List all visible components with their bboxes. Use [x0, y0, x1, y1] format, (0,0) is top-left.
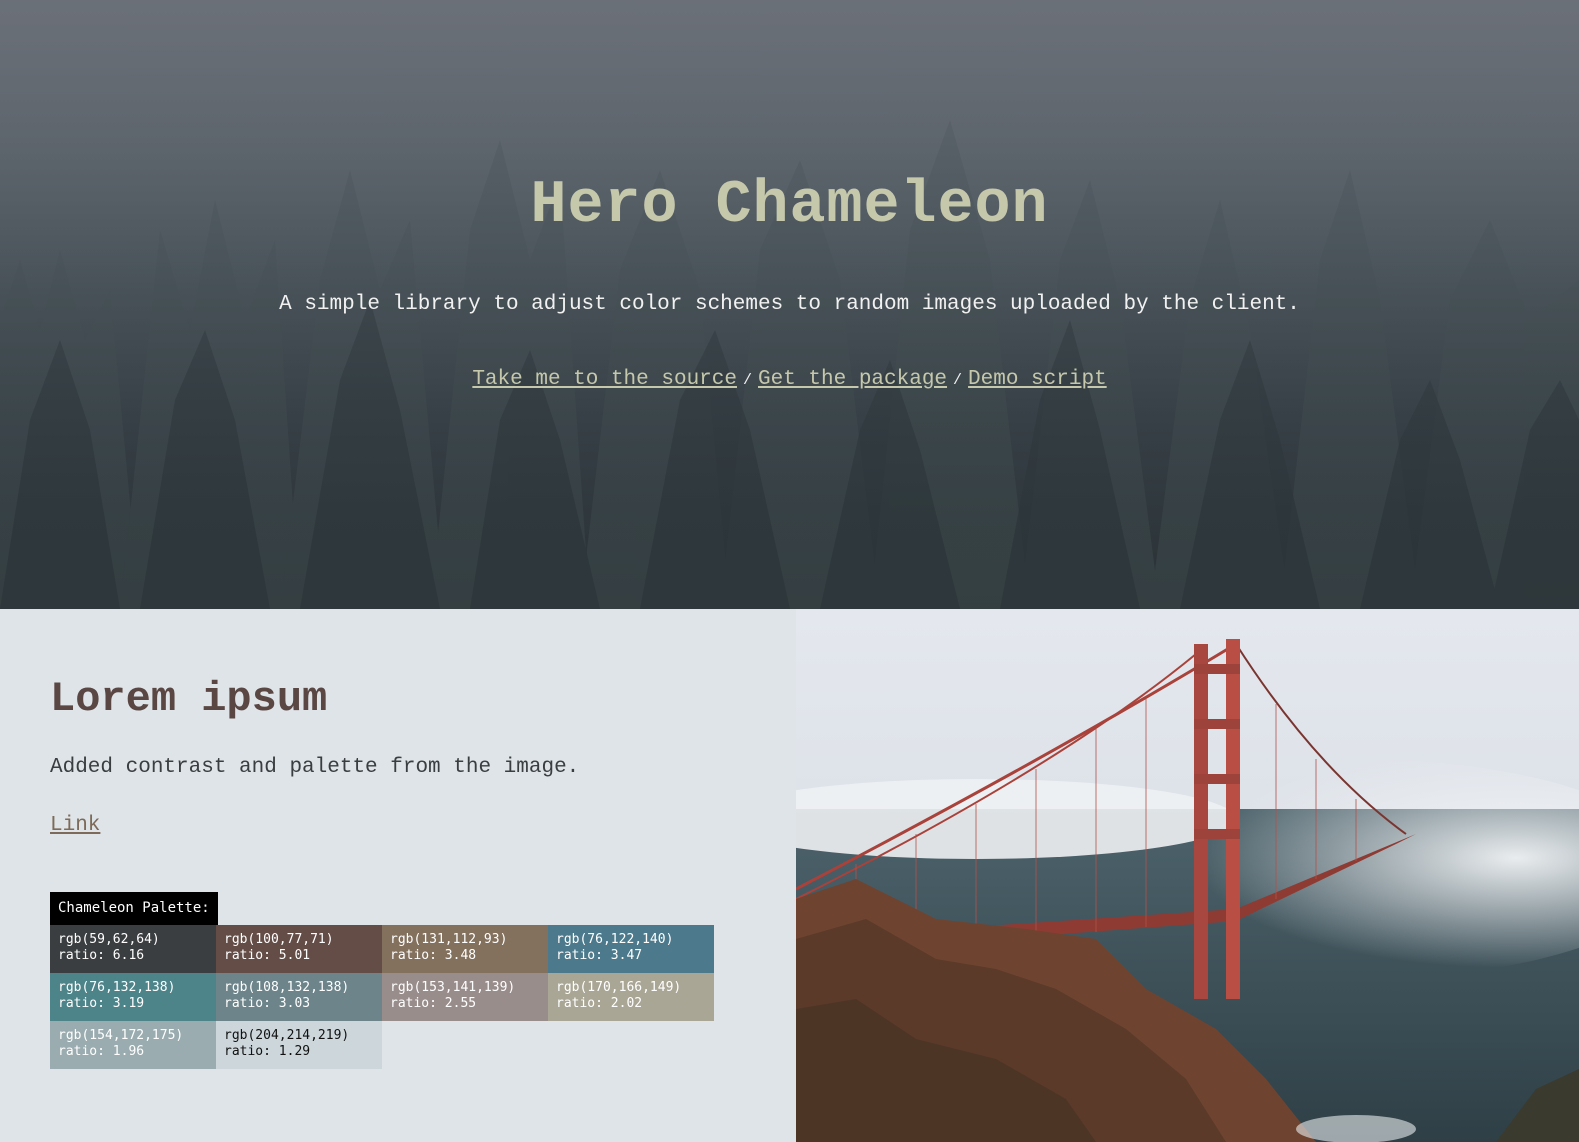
content-text: Added contrast and palette from the imag…: [50, 756, 580, 779]
swatch-ratio: ratio: 1.96: [58, 1044, 145, 1059]
palette-swatch: rgb(76,132,138) ratio: 3.19: [50, 973, 216, 1021]
hero-content: Hero Chameleon A simple library to adjus…: [0, 0, 1579, 609]
palette-swatch: rgb(170,166,149) ratio: 2.02: [548, 973, 714, 1021]
palette-swatch: rgb(76,122,140) ratio: 3.47: [548, 925, 714, 973]
palette-swatch: rgb(131,112,93) ratio: 3.48: [382, 925, 548, 973]
swatch-ratio: ratio: 2.55: [390, 996, 477, 1011]
swatch-rgb: rgb(100,77,71): [224, 932, 334, 947]
palette-label: Chameleon Palette:: [50, 892, 218, 925]
hero-section: Hero Chameleon A simple library to adjus…: [0, 0, 1579, 609]
swatch-rgb: rgb(76,132,138): [58, 980, 176, 995]
swatch-ratio: ratio: 6.16: [58, 948, 145, 963]
swatch-ratio: ratio: 5.01: [224, 948, 311, 963]
swatch-rgb: rgb(59,62,64): [58, 932, 160, 947]
golden-gate-bridge-image: [796, 609, 1579, 1142]
package-link[interactable]: Get the package: [758, 368, 947, 391]
palette-swatch: rgb(153,141,139) ratio: 2.55: [382, 973, 548, 1021]
swatch-rgb: rgb(154,172,175): [58, 1028, 184, 1043]
link-separator: /: [742, 372, 752, 389]
swatch-ratio: ratio: 1.29: [224, 1044, 311, 1059]
swatch-rgb: rgb(108,132,138): [224, 980, 350, 995]
swatch-rgb: rgb(131,112,93): [390, 932, 508, 947]
content-title: Lorem ipsum: [50, 675, 328, 723]
link-separator: /: [953, 372, 963, 389]
palette-swatch: rgb(100,77,71) ratio: 5.01: [216, 925, 382, 973]
swatch-ratio: ratio: 3.19: [58, 996, 145, 1011]
swatch-rgb: rgb(153,141,139): [390, 980, 516, 995]
demo-script-link[interactable]: Demo script: [968, 368, 1107, 391]
content-section: Lorem ipsum Added contrast and palette f…: [0, 609, 796, 1142]
content-link[interactable]: Link: [50, 814, 100, 837]
source-link[interactable]: Take me to the source: [472, 368, 737, 391]
palette-swatch: rgb(154,172,175) ratio: 1.96: [50, 1021, 216, 1069]
palette-swatch: rgb(108,132,138) ratio: 3.03: [216, 973, 382, 1021]
palette-swatch: rgb(59,62,64) ratio: 6.16: [50, 925, 216, 973]
swatch-rgb: rgb(204,214,219): [224, 1028, 350, 1043]
swatch-ratio: ratio: 3.47: [556, 948, 643, 963]
bridge-image: [796, 609, 1579, 1142]
swatch-rgb: rgb(170,166,149): [556, 980, 682, 995]
hero-title: Hero Chameleon: [530, 172, 1049, 240]
palette-swatch: rgb(204,214,219) ratio: 1.29: [216, 1021, 382, 1069]
swatch-ratio: ratio: 3.48: [390, 948, 477, 963]
swatch-ratio: ratio: 2.02: [556, 996, 643, 1011]
swatch-rgb: rgb(76,122,140): [556, 932, 674, 947]
hero-links: Take me to the source / Get the package / De…: [0, 368, 1579, 391]
swatch-ratio: ratio: 3.03: [224, 996, 311, 1011]
hero-subtitle: A simple library to adjust color schemes…: [279, 293, 1300, 316]
